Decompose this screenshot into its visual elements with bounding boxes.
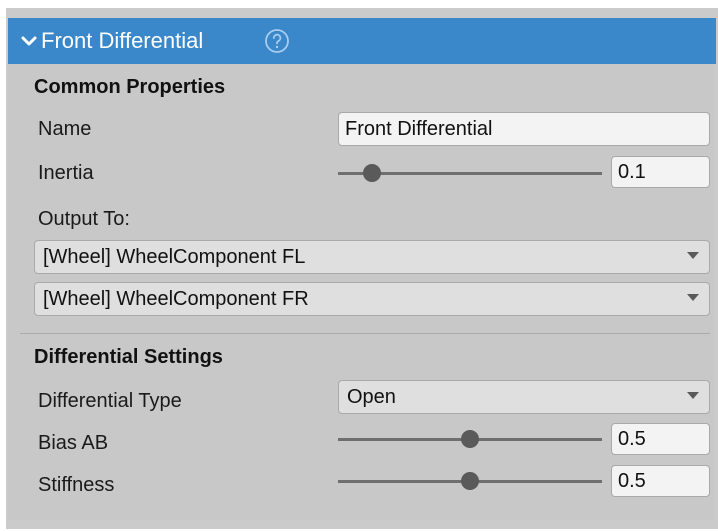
foldout-title: Front Differential	[41, 28, 204, 53]
inertia-field[interactable]: 0.1	[611, 156, 710, 188]
section-divider	[20, 333, 710, 334]
differential-type-value: Open	[347, 386, 396, 408]
output-dropdown-value: [Wheel] WheelComponent FL	[43, 246, 306, 268]
dropdown-arrow-icon	[687, 294, 699, 301]
stiffness-slider[interactable]	[338, 471, 602, 491]
output-dropdown-fl[interactable]: [Wheel] WheelComponent FL	[34, 240, 710, 274]
bias-ab-label: Bias AB	[38, 432, 109, 454]
differential-type-dropdown[interactable]: Open	[338, 380, 710, 414]
stiffness-label: Stiffness	[38, 474, 115, 496]
help-icon[interactable]	[264, 28, 290, 54]
bias-ab-slider[interactable]	[338, 429, 602, 449]
differential-type-label: Differential Type	[38, 390, 182, 412]
differential-settings-heading: Differential Settings	[34, 346, 223, 368]
bias-ab-field[interactable]: 0.5	[611, 423, 710, 455]
chevron-down-icon[interactable]	[20, 32, 38, 50]
dropdown-arrow-icon	[687, 392, 699, 399]
foldout-header[interactable]: Front Differential	[8, 18, 716, 64]
name-field[interactable]: Front Differential	[338, 112, 710, 146]
output-dropdown-fr[interactable]: [Wheel] WheelComponent FR	[34, 282, 710, 316]
stiffness-field[interactable]: 0.5	[611, 465, 710, 497]
output-to-label: Output To:	[38, 208, 130, 230]
slider-thumb[interactable]	[461, 472, 479, 490]
name-label: Name	[38, 118, 92, 140]
slider-thumb[interactable]	[461, 430, 479, 448]
inertia-slider[interactable]	[338, 163, 602, 183]
dropdown-arrow-icon	[687, 252, 699, 259]
output-dropdown-value: [Wheel] WheelComponent FR	[43, 288, 309, 310]
inertia-label: Inertia	[38, 162, 94, 184]
slider-thumb[interactable]	[363, 164, 382, 182]
common-properties-heading: Common Properties	[34, 76, 226, 98]
